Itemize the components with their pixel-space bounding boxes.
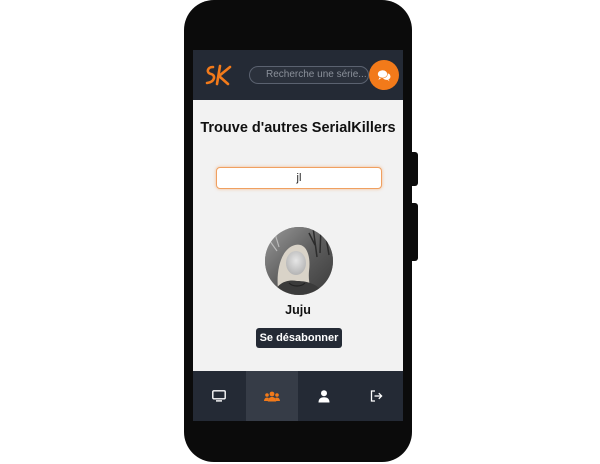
nav-item-series[interactable] <box>193 371 246 421</box>
user-search-input[interactable] <box>216 167 382 189</box>
monitor-icon <box>212 390 227 402</box>
nav-item-users[interactable] <box>245 371 298 421</box>
chat-button[interactable] <box>369 60 399 90</box>
user-icon <box>318 389 330 402</box>
stage: Trouve d'autres SerialKillers <box>0 0 600 464</box>
result-username: Juju <box>285 303 311 317</box>
profile-photo <box>265 227 333 295</box>
unsubscribe-button[interactable]: Se désabonner <box>256 328 342 348</box>
series-search-input[interactable] <box>249 66 369 84</box>
users-icon <box>263 391 280 401</box>
serialkillers-logo[interactable] <box>203 63 237 87</box>
bottom-navigation <box>193 371 403 421</box>
phone-power-button <box>410 152 418 186</box>
top-app-bar <box>193 50 403 100</box>
phone-volume-button <box>410 203 418 261</box>
avatar[interactable] <box>265 227 333 295</box>
app-screen: Trouve d'autres SerialKillers <box>193 50 403 421</box>
nav-item-profile[interactable] <box>298 371 351 421</box>
nav-item-logout[interactable] <box>351 371 404 421</box>
page-title: Trouve d'autres SerialKillers <box>200 120 396 136</box>
logout-icon <box>371 390 383 402</box>
chat-bubbles-icon <box>377 69 391 81</box>
